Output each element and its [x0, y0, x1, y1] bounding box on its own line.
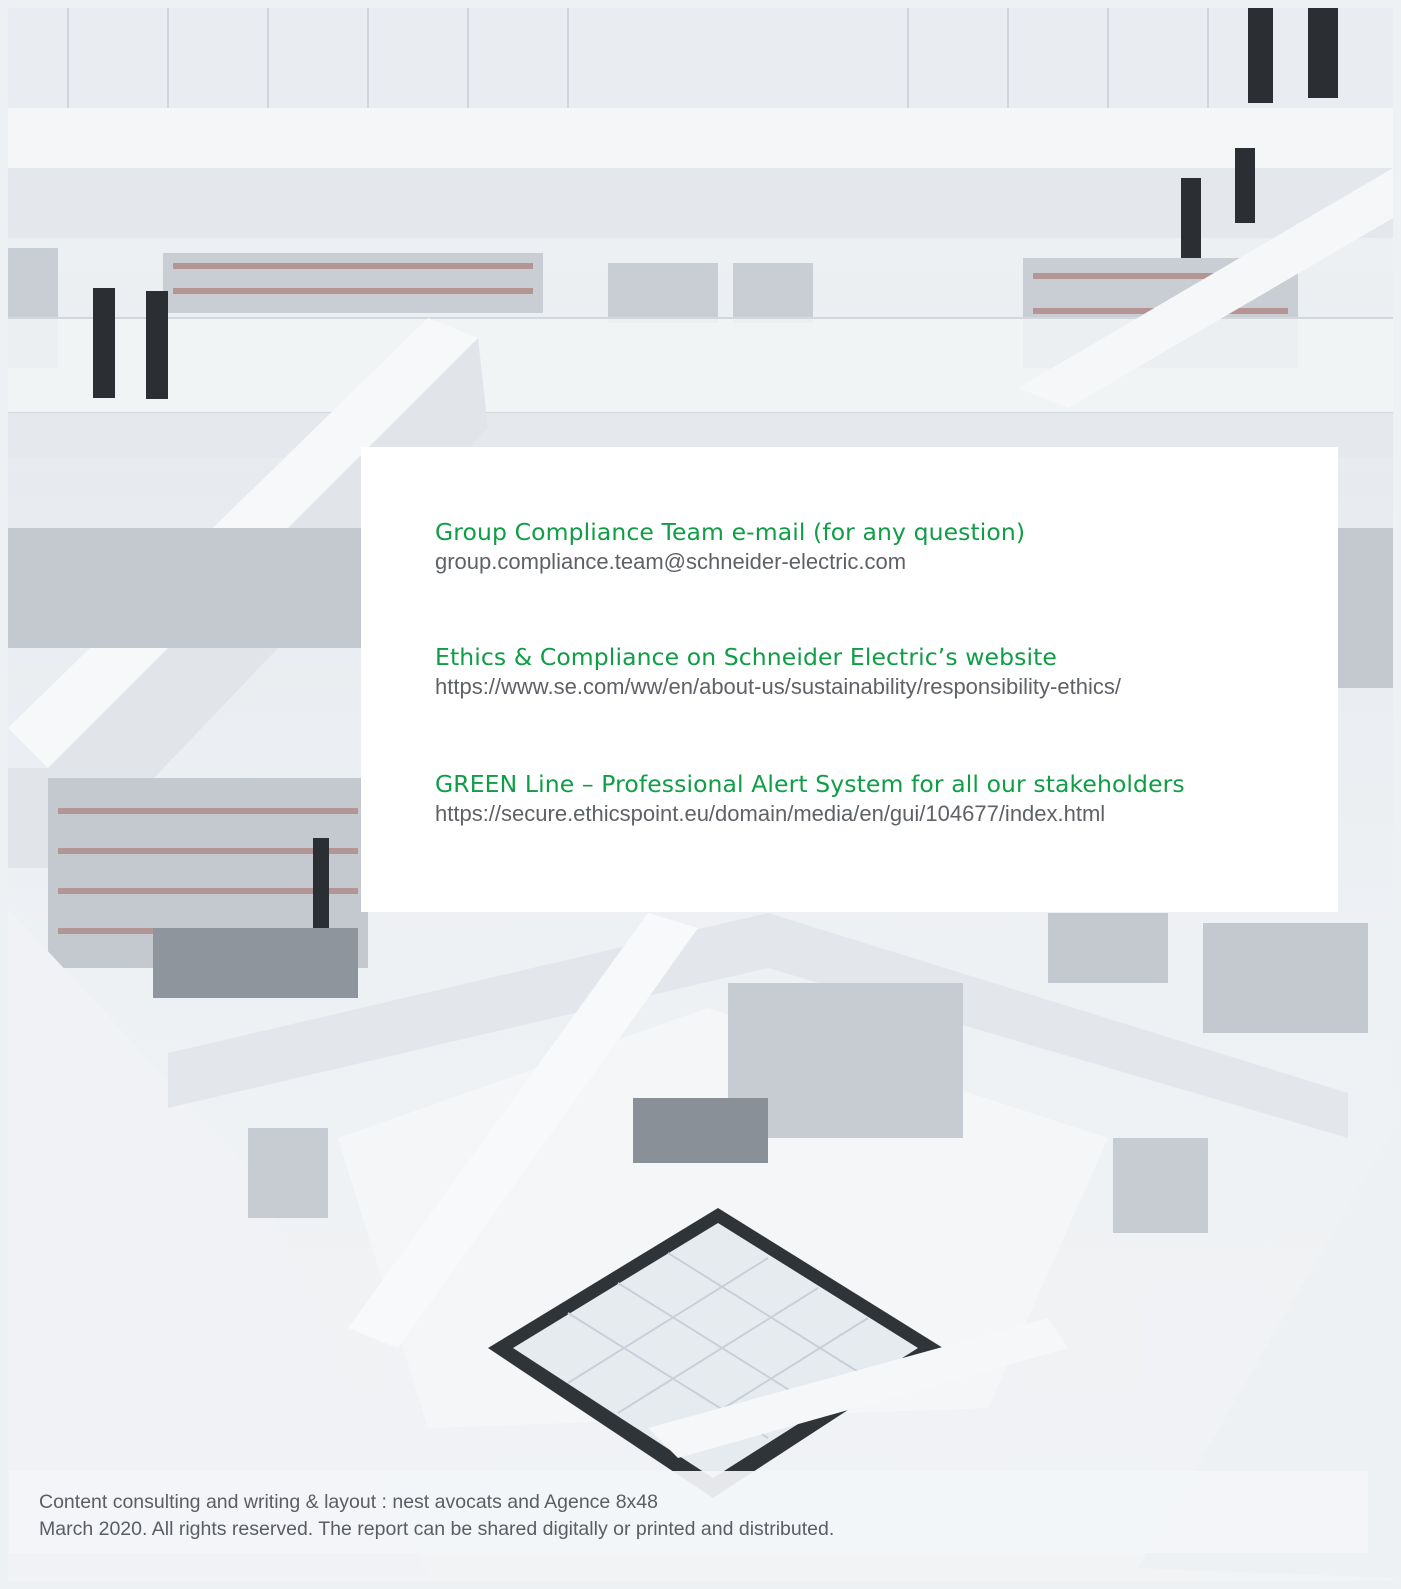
green-line-link[interactable]: https://secure.ethicspoint.eu/domain/med…	[435, 799, 1185, 829]
contact-info-card: Group Compliance Team e-mail (for any qu…	[361, 447, 1338, 912]
contact-entry-compliance-email: Group Compliance Team e-mail (for any qu…	[435, 517, 1025, 577]
credits-text: Content consulting and writing & layout …	[39, 1491, 658, 1513]
footer-credits: Content consulting and writing & layout …	[9, 1471, 1368, 1553]
ethics-website-link[interactable]: https://www.se.com/ww/en/about-us/sustai…	[435, 672, 1121, 702]
contact-heading: Ethics & Compliance on Schneider Electri…	[435, 643, 1057, 671]
contact-heading: Group Compliance Team e-mail (for any qu…	[435, 518, 1026, 546]
contact-heading: GREEN Line – Professional Alert System f…	[435, 770, 1185, 798]
contact-entry-ethics-website: Ethics & Compliance on Schneider Electri…	[435, 642, 1121, 702]
compliance-email-link[interactable]: group.compliance.team@schneider-electric…	[435, 547, 1025, 577]
contact-entry-green-line: GREEN Line – Professional Alert System f…	[435, 769, 1185, 829]
rights-text: March 2020. All rights reserved. The rep…	[39, 1518, 835, 1540]
